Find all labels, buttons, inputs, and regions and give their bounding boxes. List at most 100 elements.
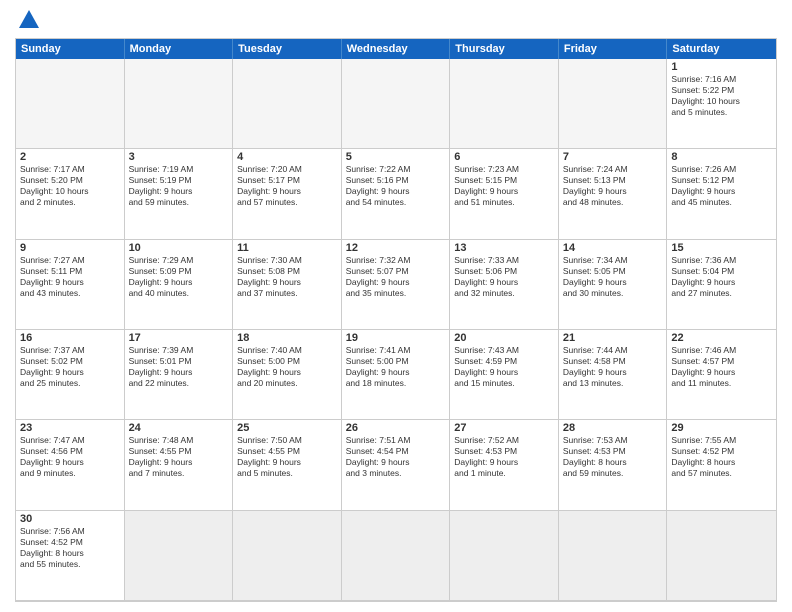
day-header-thursday: Thursday (450, 39, 559, 59)
calendar-cell-12: 12Sunrise: 7:32 AM Sunset: 5:07 PM Dayli… (342, 240, 451, 330)
cell-date-number: 13 (454, 242, 554, 254)
day-header-tuesday: Tuesday (233, 39, 342, 59)
cell-info-text: Sunrise: 7:56 AM Sunset: 4:52 PM Dayligh… (20, 526, 120, 570)
cell-info-text: Sunrise: 7:52 AM Sunset: 4:53 PM Dayligh… (454, 435, 554, 479)
cell-info-text: Sunrise: 7:43 AM Sunset: 4:59 PM Dayligh… (454, 345, 554, 389)
cell-info-text: Sunrise: 7:27 AM Sunset: 5:11 PM Dayligh… (20, 255, 120, 299)
cell-date-number: 28 (563, 422, 663, 434)
calendar-cell-27: 27Sunrise: 7:52 AM Sunset: 4:53 PM Dayli… (450, 420, 559, 510)
cell-date-number: 22 (671, 332, 772, 344)
cell-info-text: Sunrise: 7:23 AM Sunset: 5:15 PM Dayligh… (454, 164, 554, 208)
cell-date-number: 7 (563, 151, 663, 163)
cell-date-number: 20 (454, 332, 554, 344)
cell-info-text: Sunrise: 7:30 AM Sunset: 5:08 PM Dayligh… (237, 255, 337, 299)
day-header-wednesday: Wednesday (342, 39, 451, 59)
day-header-saturday: Saturday (667, 39, 776, 59)
cell-date-number: 6 (454, 151, 554, 163)
cell-date-number: 4 (237, 151, 337, 163)
calendar-cell-empty (125, 511, 234, 601)
calendar-cell-28: 28Sunrise: 7:53 AM Sunset: 4:53 PM Dayli… (559, 420, 668, 510)
calendar-cell-empty (233, 511, 342, 601)
day-header-monday: Monday (125, 39, 234, 59)
calendar-cell-10: 10Sunrise: 7:29 AM Sunset: 5:09 PM Dayli… (125, 240, 234, 330)
cell-info-text: Sunrise: 7:16 AM Sunset: 5:22 PM Dayligh… (671, 74, 772, 118)
cell-info-text: Sunrise: 7:36 AM Sunset: 5:04 PM Dayligh… (671, 255, 772, 299)
calendar-cell-4: 4Sunrise: 7:20 AM Sunset: 5:17 PM Daylig… (233, 149, 342, 239)
cell-info-text: Sunrise: 7:48 AM Sunset: 4:55 PM Dayligh… (129, 435, 229, 479)
cell-info-text: Sunrise: 7:20 AM Sunset: 5:17 PM Dayligh… (237, 164, 337, 208)
calendar-cell-26: 26Sunrise: 7:51 AM Sunset: 4:54 PM Dayli… (342, 420, 451, 510)
cell-date-number: 24 (129, 422, 229, 434)
cell-info-text: Sunrise: 7:51 AM Sunset: 4:54 PM Dayligh… (346, 435, 446, 479)
cell-info-text: Sunrise: 7:19 AM Sunset: 5:19 PM Dayligh… (129, 164, 229, 208)
calendar-cell-7: 7Sunrise: 7:24 AM Sunset: 5:13 PM Daylig… (559, 149, 668, 239)
cell-date-number: 14 (563, 242, 663, 254)
calendar-cell-29: 29Sunrise: 7:55 AM Sunset: 4:52 PM Dayli… (667, 420, 776, 510)
calendar: SundayMondayTuesdayWednesdayThursdayFrid… (15, 38, 777, 602)
cell-date-number: 10 (129, 242, 229, 254)
calendar-cell-21: 21Sunrise: 7:44 AM Sunset: 4:58 PM Dayli… (559, 330, 668, 420)
calendar-cell-empty (559, 511, 668, 601)
day-header-friday: Friday (559, 39, 668, 59)
cell-info-text: Sunrise: 7:53 AM Sunset: 4:53 PM Dayligh… (563, 435, 663, 479)
calendar-cell-20: 20Sunrise: 7:43 AM Sunset: 4:59 PM Dayli… (450, 330, 559, 420)
cell-info-text: Sunrise: 7:47 AM Sunset: 4:56 PM Dayligh… (20, 435, 120, 479)
cell-info-text: Sunrise: 7:44 AM Sunset: 4:58 PM Dayligh… (563, 345, 663, 389)
calendar-grid: 1Sunrise: 7:16 AM Sunset: 5:22 PM Daylig… (16, 59, 776, 601)
cell-info-text: Sunrise: 7:55 AM Sunset: 4:52 PM Dayligh… (671, 435, 772, 479)
calendar-cell-23: 23Sunrise: 7:47 AM Sunset: 4:56 PM Dayli… (16, 420, 125, 510)
cell-info-text: Sunrise: 7:33 AM Sunset: 5:06 PM Dayligh… (454, 255, 554, 299)
calendar-cell-13: 13Sunrise: 7:33 AM Sunset: 5:06 PM Dayli… (450, 240, 559, 330)
cell-info-text: Sunrise: 7:37 AM Sunset: 5:02 PM Dayligh… (20, 345, 120, 389)
cell-date-number: 9 (20, 242, 120, 254)
cell-info-text: Sunrise: 7:46 AM Sunset: 4:57 PM Dayligh… (671, 345, 772, 389)
calendar-cell-5: 5Sunrise: 7:22 AM Sunset: 5:16 PM Daylig… (342, 149, 451, 239)
cell-info-text: Sunrise: 7:39 AM Sunset: 5:01 PM Dayligh… (129, 345, 229, 389)
cell-date-number: 3 (129, 151, 229, 163)
calendar-cell-15: 15Sunrise: 7:36 AM Sunset: 5:04 PM Dayli… (667, 240, 776, 330)
header (15, 10, 777, 30)
calendar-cell-2: 2Sunrise: 7:17 AM Sunset: 5:20 PM Daylig… (16, 149, 125, 239)
cell-date-number: 1 (671, 61, 772, 73)
calendar-cell-18: 18Sunrise: 7:40 AM Sunset: 5:00 PM Dayli… (233, 330, 342, 420)
calendar-cell-empty (125, 59, 234, 149)
calendar-cell-empty (342, 59, 451, 149)
calendar-cell-6: 6Sunrise: 7:23 AM Sunset: 5:15 PM Daylig… (450, 149, 559, 239)
cell-date-number: 5 (346, 151, 446, 163)
calendar-cell-24: 24Sunrise: 7:48 AM Sunset: 4:55 PM Dayli… (125, 420, 234, 510)
logo-triangle-icon (19, 10, 39, 28)
calendar-cell-empty (667, 511, 776, 601)
calendar-cell-9: 9Sunrise: 7:27 AM Sunset: 5:11 PM Daylig… (16, 240, 125, 330)
cell-date-number: 8 (671, 151, 772, 163)
cell-date-number: 29 (671, 422, 772, 434)
cell-date-number: 17 (129, 332, 229, 344)
day-headers-row: SundayMondayTuesdayWednesdayThursdayFrid… (16, 39, 776, 59)
cell-date-number: 23 (20, 422, 120, 434)
cell-date-number: 21 (563, 332, 663, 344)
page: SundayMondayTuesdayWednesdayThursdayFrid… (0, 0, 792, 612)
cell-date-number: 18 (237, 332, 337, 344)
calendar-cell-17: 17Sunrise: 7:39 AM Sunset: 5:01 PM Dayli… (125, 330, 234, 420)
calendar-cell-empty (450, 59, 559, 149)
calendar-cell-3: 3Sunrise: 7:19 AM Sunset: 5:19 PM Daylig… (125, 149, 234, 239)
cell-info-text: Sunrise: 7:41 AM Sunset: 5:00 PM Dayligh… (346, 345, 446, 389)
calendar-cell-empty (450, 511, 559, 601)
calendar-cell-16: 16Sunrise: 7:37 AM Sunset: 5:02 PM Dayli… (16, 330, 125, 420)
cell-info-text: Sunrise: 7:34 AM Sunset: 5:05 PM Dayligh… (563, 255, 663, 299)
calendar-cell-22: 22Sunrise: 7:46 AM Sunset: 4:57 PM Dayli… (667, 330, 776, 420)
calendar-cell-1: 1Sunrise: 7:16 AM Sunset: 5:22 PM Daylig… (667, 59, 776, 149)
cell-info-text: Sunrise: 7:24 AM Sunset: 5:13 PM Dayligh… (563, 164, 663, 208)
cell-info-text: Sunrise: 7:50 AM Sunset: 4:55 PM Dayligh… (237, 435, 337, 479)
calendar-cell-empty (342, 511, 451, 601)
calendar-cell-empty (233, 59, 342, 149)
calendar-cell-25: 25Sunrise: 7:50 AM Sunset: 4:55 PM Dayli… (233, 420, 342, 510)
cell-info-text: Sunrise: 7:32 AM Sunset: 5:07 PM Dayligh… (346, 255, 446, 299)
cell-date-number: 11 (237, 242, 337, 254)
calendar-cell-30: 30Sunrise: 7:56 AM Sunset: 4:52 PM Dayli… (16, 511, 125, 601)
cell-date-number: 15 (671, 242, 772, 254)
cell-info-text: Sunrise: 7:29 AM Sunset: 5:09 PM Dayligh… (129, 255, 229, 299)
calendar-cell-empty (16, 59, 125, 149)
calendar-cell-8: 8Sunrise: 7:26 AM Sunset: 5:12 PM Daylig… (667, 149, 776, 239)
cell-date-number: 2 (20, 151, 120, 163)
cell-info-text: Sunrise: 7:26 AM Sunset: 5:12 PM Dayligh… (671, 164, 772, 208)
